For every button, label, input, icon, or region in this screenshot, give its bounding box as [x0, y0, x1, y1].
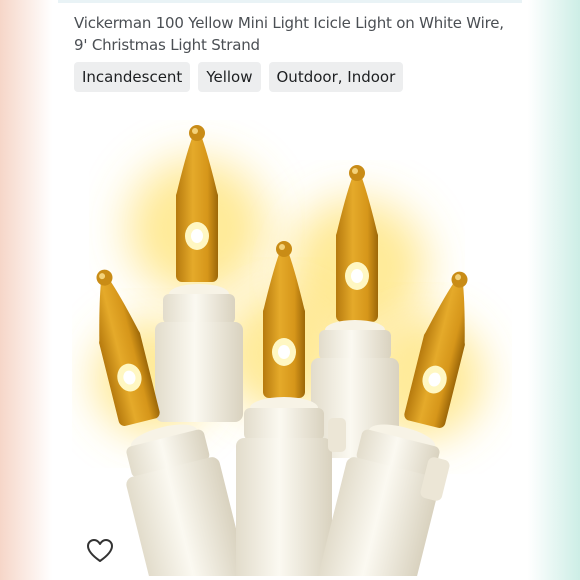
- product-title-line-1: Vickerman 100 Yellow Mini Light Icicle L…: [74, 14, 504, 32]
- chip-incandescent[interactable]: Incandescent: [74, 62, 191, 92]
- attribute-chips: Incandescent Yellow Outdoor, Indoor: [74, 62, 404, 92]
- heart-outline-icon[interactable]: [86, 538, 114, 564]
- product-image: [72, 108, 512, 576]
- chip-outdoor-indoor[interactable]: Outdoor, Indoor: [268, 62, 404, 92]
- product-title-line-2: 9' Christmas Light Strand: [74, 36, 260, 54]
- chip-yellow[interactable]: Yellow: [198, 62, 261, 92]
- product-title: Vickerman 100 Yellow Mini Light Icicle L…: [74, 12, 514, 56]
- top-divider: [58, 0, 522, 3]
